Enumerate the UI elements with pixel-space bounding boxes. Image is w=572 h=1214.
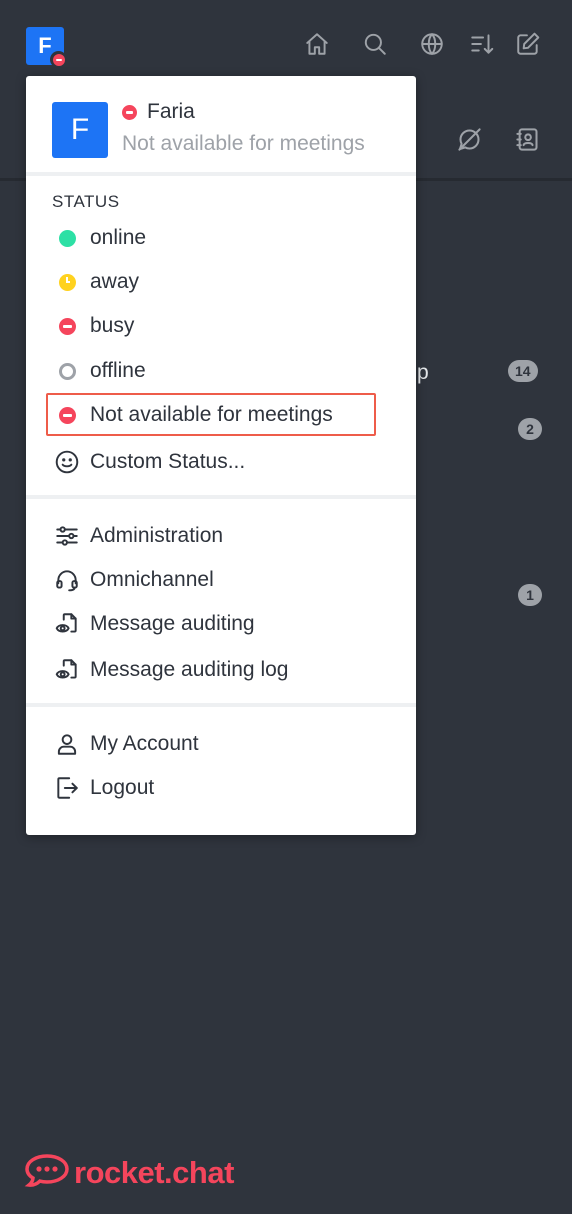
user-avatar-button[interactable]: F xyxy=(26,27,67,68)
status-busy-item[interactable]: busy xyxy=(52,309,134,343)
username: Faria xyxy=(122,100,195,124)
menu-item-label: Omnichannel xyxy=(90,568,214,591)
online-status-icon xyxy=(58,229,76,247)
menu-item-label: Message auditing xyxy=(90,612,255,635)
directory-icon[interactable] xyxy=(418,30,446,58)
sort-icon[interactable] xyxy=(468,30,496,58)
status-online-item[interactable]: online xyxy=(52,221,146,255)
audit-log-icon xyxy=(52,655,82,685)
room-name-fragment: p xyxy=(417,361,429,384)
dnd-status-icon xyxy=(52,53,65,66)
divider xyxy=(26,172,416,176)
discussion-off-icon[interactable] xyxy=(454,124,484,154)
away-status-icon xyxy=(58,273,76,291)
brand-wordmark: rocket.chat xyxy=(74,1155,234,1190)
avatar-initial: F xyxy=(38,33,52,58)
write-icon[interactable] xyxy=(514,30,542,58)
user-status-text: Not available for meetings xyxy=(122,132,365,155)
logout-item[interactable]: Logout xyxy=(52,771,154,805)
headset-icon xyxy=(52,565,82,595)
contact-card-icon[interactable] xyxy=(512,124,542,154)
unread-badge: 2 xyxy=(518,418,542,440)
menu-user-header: F Faria Not available for meetings xyxy=(26,76,416,172)
brand-footer: rocket.chat xyxy=(24,1152,234,1194)
status-not-available-item[interactable]: Not available for meetings xyxy=(52,398,333,432)
smiley-icon xyxy=(52,447,82,477)
avatar: F xyxy=(52,102,108,158)
status-offline-item[interactable]: offline xyxy=(52,354,146,388)
administration-item[interactable]: Administration xyxy=(52,519,223,553)
status-section-label: STATUS xyxy=(52,192,120,211)
search-icon[interactable] xyxy=(361,30,389,58)
status-badge xyxy=(50,51,67,68)
user-menu: F Faria Not available for meetings STATU… xyxy=(26,76,416,835)
menu-item-label: Message auditing log xyxy=(90,658,289,681)
logout-icon xyxy=(52,773,82,803)
busy-status-icon xyxy=(58,317,76,335)
audit-icon xyxy=(52,609,82,639)
sliders-icon xyxy=(52,521,82,551)
status-label: online xyxy=(90,226,147,249)
divider xyxy=(26,495,416,499)
status-label: away xyxy=(90,270,140,293)
avatar-initial: F xyxy=(70,113,90,146)
offline-status-icon xyxy=(58,362,76,380)
username-text: Faria xyxy=(147,100,195,123)
omnichannel-item[interactable]: Omnichannel xyxy=(52,563,214,597)
message-auditing-log-item[interactable]: Message auditing log xyxy=(52,653,288,687)
dnd-status-icon xyxy=(122,104,137,120)
dnd-status-icon xyxy=(58,406,76,424)
divider xyxy=(26,703,416,707)
custom-status-item[interactable]: Custom Status... xyxy=(52,445,245,479)
home-icon[interactable] xyxy=(303,30,331,58)
menu-item-label: My Account xyxy=(90,732,199,755)
message-auditing-item[interactable]: Message auditing xyxy=(52,607,255,641)
status-label: busy xyxy=(90,314,135,337)
menu-item-label: Logout xyxy=(90,776,155,799)
menu-item-label: Administration xyxy=(90,524,224,547)
unread-badge: 14 xyxy=(508,360,538,382)
unread-badge: 1 xyxy=(518,584,542,606)
user-icon xyxy=(52,729,82,759)
status-label: Custom Status... xyxy=(90,450,246,473)
status-label: Not available for meetings xyxy=(90,403,333,426)
my-account-item[interactable]: My Account xyxy=(52,727,199,761)
rocket-chat-logo-icon xyxy=(24,1151,70,1196)
status-away-item[interactable]: away xyxy=(52,265,139,299)
status-label: offline xyxy=(90,359,146,382)
